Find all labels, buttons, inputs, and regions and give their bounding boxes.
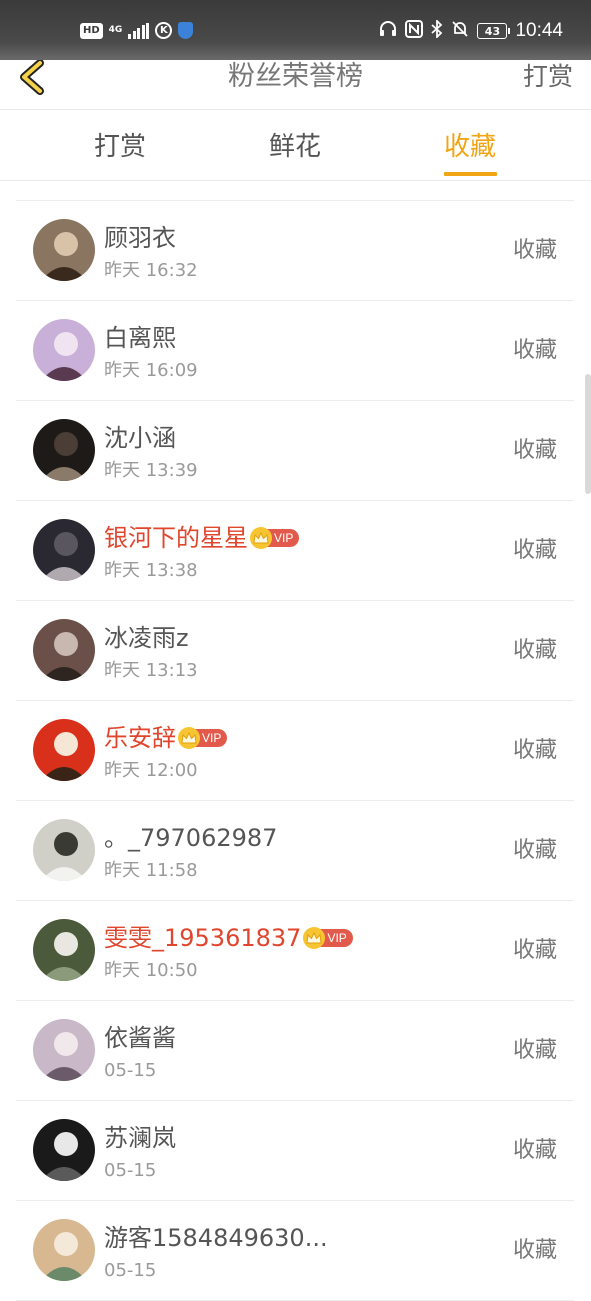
fan-action-label: 收藏 [512,838,557,863]
fan-name: 银河下的星星 [104,524,248,552]
status-right-icons: 43 10:44 [379,18,563,42]
fan-time: 昨天 13:39 [104,460,198,481]
battery-icon: 43 [477,23,511,39]
status-left-icons: HD 4G K [80,22,194,39]
fan-name: 依酱酱 [104,1024,176,1052]
fan-time: 05-15 [104,1060,157,1081]
tab-favorites[interactable]: 收藏 [420,129,520,165]
fan-name-wrap: 冰凌雨z [104,620,189,656]
crown-icon [178,727,200,749]
fan-name-wrap: 顾羽衣 [104,220,176,256]
shield-icon [178,22,194,39]
vip-badge: VIP [303,927,353,949]
fan-row[interactable]: 沈小涵昨天 13:39 收藏 [16,401,574,501]
avatar[interactable] [33,1119,95,1181]
fan-row[interactable]: 白离熙昨天 16:09 收藏 [16,301,574,401]
fan-row[interactable]: 冰凌雨z 昨天 13:13 收藏 [16,601,574,701]
avatar[interactable] [33,219,95,281]
tab-flowers[interactable]: 鲜花 [245,129,345,165]
fan-row[interactable]: 顾羽衣昨天 16:32 收藏 [16,201,574,301]
fan-action-label: 收藏 [512,238,557,263]
fan-name: 顾羽衣 [104,224,176,252]
fan-list: 顾羽衣 昨天 16:32 收藏 白离熙 昨天 16:09 收藏 沈小涵 昨天 13:39 收藏银… [16,200,574,1301]
fan-row[interactable]: 乐安辞 VIP 昨天 12:00 收藏 [16,701,574,801]
fan-name-wrap: 白离熙 [104,320,176,356]
headphones-icon [379,20,397,42]
signal-icon [128,22,150,39]
clock: 10:44 [515,20,563,41]
fan-row[interactable]: 依酱酱 05-15 收藏 [16,1001,574,1101]
fan-action-label: 收藏 [512,1138,557,1163]
avatar[interactable] [33,619,95,681]
status-bar: HD 4G K 43 10:44 [0,0,591,60]
fan-name: 苏澜岚 [104,1124,176,1152]
fan-time: 昨天 11:58 [104,860,198,881]
avatar[interactable] [33,1219,95,1281]
fan-time: 昨天 13:38 [104,560,198,581]
fan-name: 。_797062987 [104,824,278,852]
fan-time: 昨天 10:50 [104,960,198,981]
crown-icon [250,527,272,549]
avatar[interactable] [33,719,95,781]
fan-row[interactable]: 。_797062987 昨天 11:58 收藏 [16,801,574,901]
vip-badge: VIP [250,527,300,549]
fan-name-wrap: 银河下的星星 VIP [104,520,300,556]
fan-action-label: 收藏 [512,538,557,563]
reward-button[interactable]: 打赏 [523,60,573,94]
k-app-icon: K [155,22,173,39]
fan-time: 昨天 16:32 [104,260,198,281]
network-type: 4G [108,25,123,35]
fan-name: 冰凌雨z [104,624,189,652]
scrollbar[interactable] [585,374,591,494]
fan-row[interactable]: 雯雯_195361837 VIP 昨天 10:50 收藏 [16,901,574,1001]
avatar[interactable] [33,919,95,981]
fan-name-wrap: 游客1584849630... [104,1220,328,1256]
fan-name: 乐安辞 [104,724,176,752]
fan-row[interactable]: 游客1584849630... 05-15 收藏 [16,1201,574,1301]
hd-icon: HD [80,22,103,39]
avatar[interactable] [33,819,95,881]
fan-action-label: 收藏 [512,638,557,663]
active-tab-indicator [444,172,497,176]
fan-name: 游客1584849630... [104,1224,328,1252]
top-bar: 粉丝荣誉榜 打赏 [0,59,591,110]
fan-row[interactable]: 苏澜岚 05-15 收藏 [16,1101,574,1201]
avatar[interactable] [33,419,95,481]
page-title: 粉丝荣誉榜 [228,61,363,92]
bluetooth-icon [431,18,443,42]
fan-name: 沈小涵 [104,424,176,452]
fan-time: 昨天 13:13 [104,660,198,681]
fan-action-label: 收藏 [512,438,557,463]
fan-time: 昨天 12:00 [104,760,198,781]
fan-name: 雯雯_195361837 [104,924,302,952]
avatar[interactable] [33,1019,95,1081]
fan-name-wrap: 苏澜岚 [104,1120,176,1156]
fan-time: 05-15 [104,1260,157,1281]
nfc-icon [405,20,424,42]
fan-row[interactable]: 银河下的星星 VIP 昨天 13:38 收藏 [16,501,574,601]
avatar[interactable] [33,519,95,581]
tab-reward[interactable]: 打赏 [70,129,170,165]
fan-name-wrap: 。_797062987 [104,820,277,856]
fan-name: 白离熙 [104,324,176,352]
fan-name-wrap: 沈小涵 [104,420,176,456]
tab-bar: 打赏 鲜花 收藏 [0,111,591,181]
fan-action-label: 收藏 [512,738,557,763]
fan-time: 05-15 [104,1160,157,1181]
avatar[interactable] [33,319,95,381]
fan-name-wrap: 依酱酱 [104,1020,176,1056]
fan-name-wrap: 乐安辞 VIP [104,720,228,756]
fan-name-wrap: 雯雯_195361837 VIP [104,920,353,956]
fan-action-label: 收藏 [512,1238,557,1263]
vip-badge: VIP [178,727,228,749]
fan-time: 昨天 16:09 [104,360,198,381]
fan-action-label: 收藏 [512,1038,557,1063]
fan-action-label: 收藏 [512,338,557,363]
fan-action-label: 收藏 [512,938,557,963]
mute-bell-icon [451,20,469,42]
